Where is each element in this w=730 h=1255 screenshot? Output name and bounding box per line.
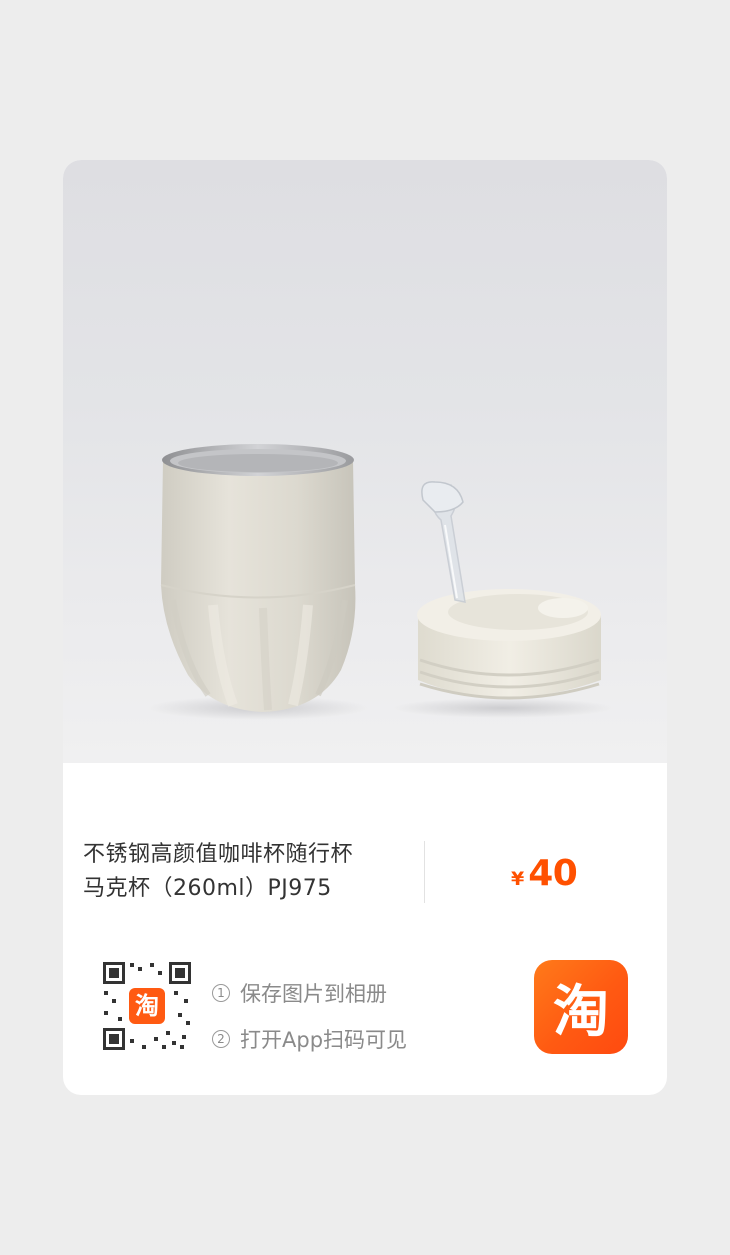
product-info: 不锈钢高颜值咖啡杯随行杯 马克杯（260ml）PJ975 ¥ 40 淘 1 保存… — [63, 763, 667, 1095]
qr-code-icon: 淘 — [100, 959, 194, 1053]
scan-instructions: 1 保存图片到相册 2 打开App扫码可见 — [212, 970, 407, 1062]
product-title-line2: 马克杯（260ml）PJ975 — [83, 876, 332, 901]
qr-code[interactable]: 淘 — [100, 959, 194, 1053]
share-card: 不锈钢高颜值咖啡杯随行杯 马克杯（260ml）PJ975 ¥ 40 淘 1 保存… — [63, 160, 667, 1095]
product-title-line1: 不锈钢高颜值咖啡杯随行杯 — [83, 842, 354, 867]
taobao-logo-icon[interactable]: 淘 — [534, 960, 628, 1054]
price: ¥ 40 — [511, 853, 578, 894]
price-value: 40 — [528, 853, 578, 894]
vertical-divider — [424, 841, 425, 903]
instruction-step-1: 1 保存图片到相册 — [212, 970, 407, 1016]
step-1-number: 1 — [212, 984, 230, 1002]
step-1-text: 保存图片到相册 — [240, 982, 387, 1006]
qr-center-logo: 淘 — [135, 992, 159, 1020]
product-photo-illustration — [148, 444, 613, 720]
step-2-number: 2 — [212, 1030, 230, 1048]
step-2-text: 打开App扫码可见 — [240, 1028, 408, 1052]
taobao-logo-char: 淘 — [553, 979, 609, 1045]
product-image[interactable] — [63, 160, 667, 763]
instruction-step-2: 2 打开App扫码可见 — [212, 1016, 407, 1062]
product-title[interactable]: 不锈钢高颜值咖啡杯随行杯 马克杯（260ml）PJ975 — [83, 838, 428, 906]
currency-symbol: ¥ — [511, 868, 525, 890]
